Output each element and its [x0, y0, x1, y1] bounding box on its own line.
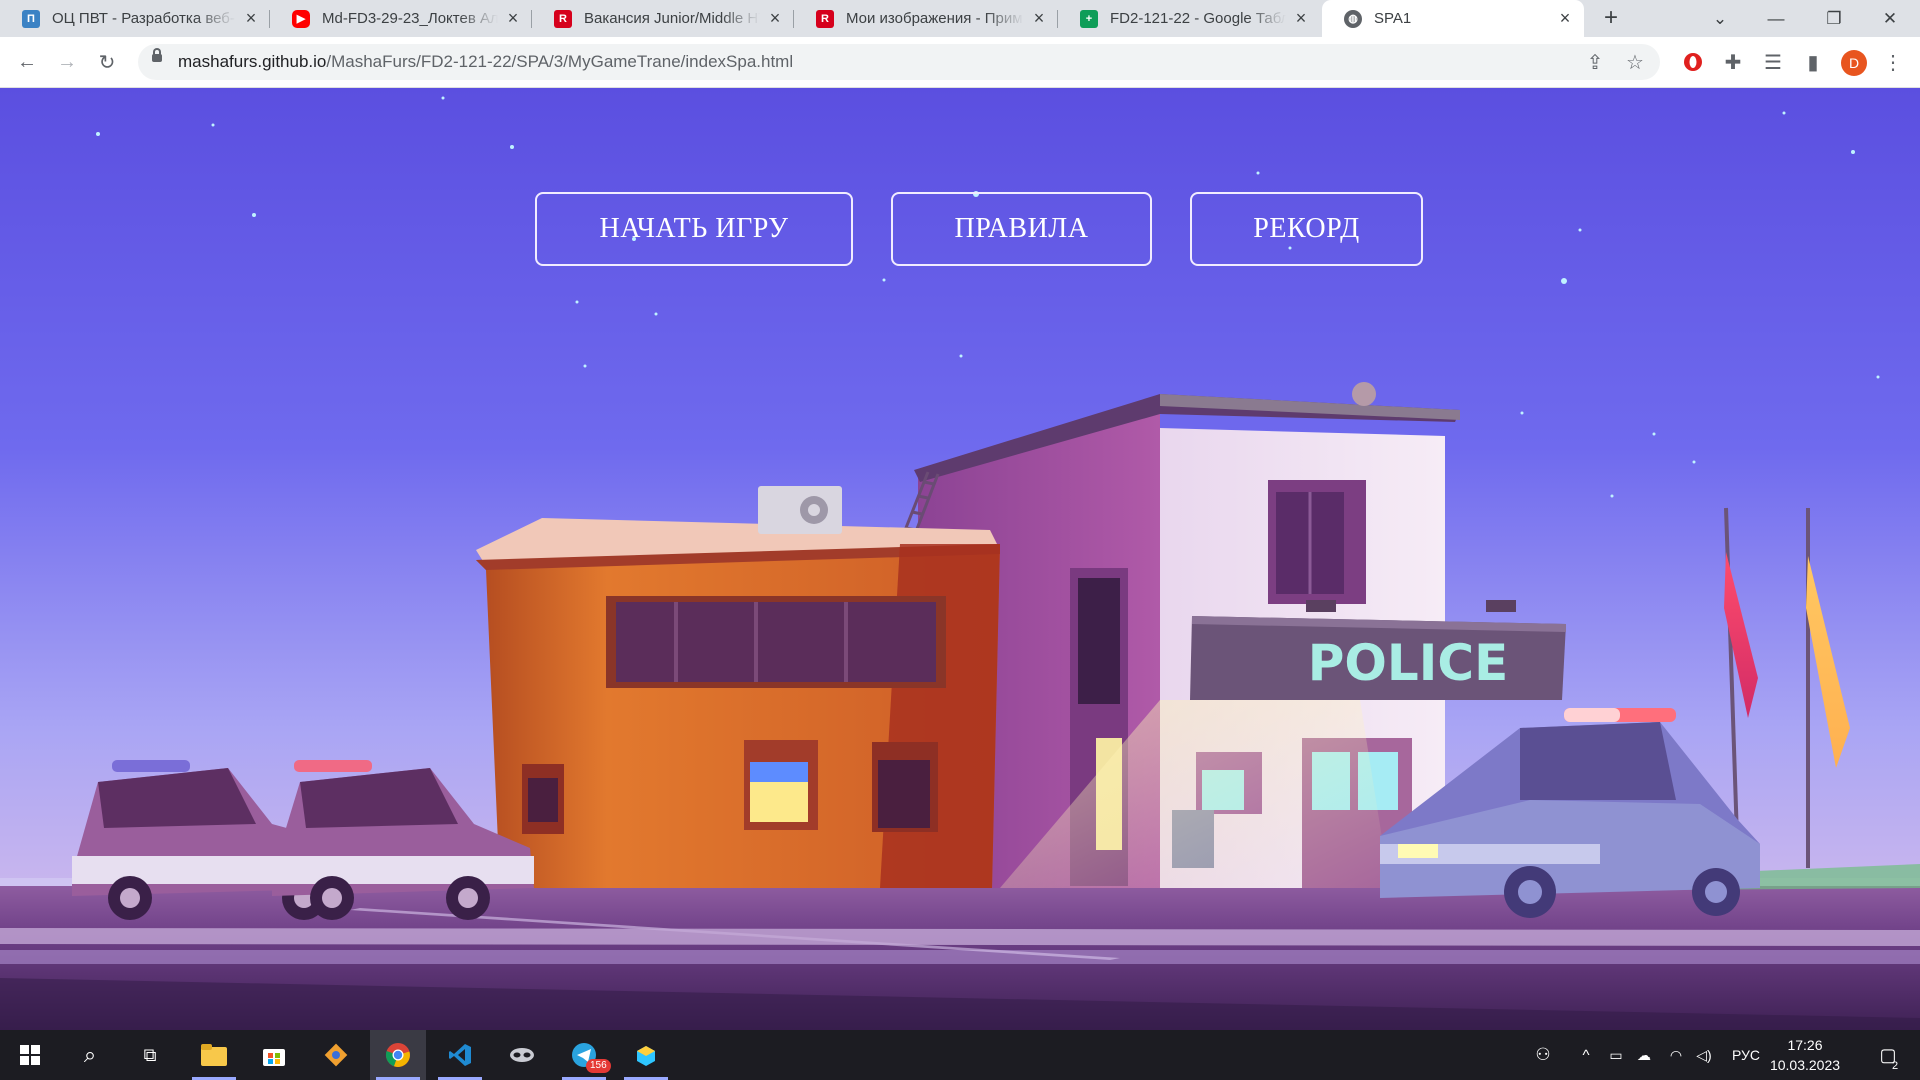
bookmark-star-icon[interactable]: ☆	[1620, 47, 1650, 77]
start-game-button[interactable]: НАЧАТЬ ИГРУ	[535, 192, 853, 266]
reload-icon[interactable]: ↻	[92, 47, 122, 77]
onedrive-error-icon[interactable]: ☁	[1632, 1030, 1656, 1080]
lock-icon[interactable]	[152, 48, 162, 62]
youtube-icon: ▶	[292, 9, 310, 28]
new-tab-button[interactable]: +	[1598, 6, 1624, 32]
rabota-r-icon: R	[816, 9, 834, 28]
profile-avatar[interactable]: D	[1841, 50, 1867, 76]
battery-icon[interactable]: ▭	[1604, 1030, 1628, 1080]
tray-chevron-up-icon[interactable]: ^	[1574, 1030, 1598, 1080]
url-text[interactable]: mashafurs.github.io/MashaFurs/FD2-121-22…	[178, 44, 793, 80]
tab-google-sheets[interactable]: + FD2-121-22 - Google Табл ×	[1058, 0, 1320, 37]
vscode-icon[interactable]	[432, 1030, 488, 1080]
rules-button[interactable]: ПРАВИЛА	[891, 192, 1152, 266]
tab-my-images[interactable]: R Мои изображения - Прим ×	[794, 0, 1058, 37]
chrome-icon[interactable]	[370, 1030, 426, 1080]
telegram-icon[interactable]: 156	[556, 1030, 612, 1080]
volume-icon[interactable]: ◁)	[1692, 1030, 1716, 1080]
vpn-mask-icon[interactable]	[494, 1030, 550, 1080]
browser-toolbar: ← → ↻ mashafurs.github.io/MashaFurs/FD2-…	[0, 37, 1920, 88]
minimize-button[interactable]: —	[1748, 0, 1804, 37]
tab-spa1[interactable]: ◍ SPA1 ×	[1322, 0, 1584, 37]
search-icon[interactable]: ⌕	[62, 1030, 118, 1080]
close-tab-icon[interactable]: ×	[242, 8, 260, 29]
clock-time: 17:26	[1787, 1037, 1823, 1053]
windows-start-icon[interactable]	[2, 1030, 58, 1080]
notification-count: 2	[1892, 1060, 1899, 1072]
close-window-button[interactable]: ✕	[1862, 0, 1918, 37]
microsoft-store-icon[interactable]	[246, 1030, 302, 1080]
tab-title: SPA1	[1374, 10, 1412, 27]
opera-extension-icon[interactable]	[1678, 47, 1708, 77]
tab-vacancy[interactable]: R Вакансия Junior/Middle HT ×	[532, 0, 794, 37]
back-icon[interactable]: ←	[12, 47, 42, 77]
share-icon[interactable]: ⇪	[1580, 47, 1610, 77]
close-tab-icon[interactable]: ×	[766, 8, 784, 29]
close-tab-icon[interactable]: ×	[504, 8, 522, 29]
globe-icon: ◍	[1344, 9, 1362, 28]
address-bar[interactable]: mashafurs.github.io/MashaFurs/FD2-121-22…	[138, 44, 1660, 80]
telegram-badge: 156	[586, 1059, 611, 1073]
game-page: POLICE НАЧАТЬ ИГРУ ПРАВИЛА РЕКОРД	[0, 88, 1920, 1030]
browser-tab-strip: П ОЦ ПВТ - Разработка веб- × ▶ Md-FD3-29…	[0, 0, 1920, 37]
file-explorer-icon[interactable]	[186, 1030, 242, 1080]
system-clock[interactable]: 17:26 10.03.2023	[1760, 1035, 1850, 1075]
police-sign-text: POLICE	[1308, 634, 1508, 692]
restore-button[interactable]: ❐	[1806, 0, 1862, 37]
menu-kebab-icon[interactable]: ⋮	[1878, 47, 1908, 77]
tab-title: Мои изображения - Прим	[846, 10, 1023, 27]
tab-search-chevron-icon[interactable]: ⌄	[1692, 0, 1748, 37]
tab-ocpvt[interactable]: П ОЦ ПВТ - Разработка веб- ×	[0, 0, 270, 37]
tab-title: Md-FD3-29-23_Локтев Але	[322, 10, 498, 27]
close-tab-icon[interactable]: ×	[1292, 8, 1310, 29]
sheets-icon: +	[1080, 9, 1098, 28]
side-panel-icon[interactable]: ▮	[1798, 47, 1828, 77]
action-center-icon[interactable]: ▢ 2	[1866, 1030, 1910, 1080]
windows-taskbar: ⌕ ⧉ 156 ⚇ ^ ▭ ☁ ◠ ◁) РУС 17:26 10.03.202…	[0, 1030, 1920, 1080]
tab-youtube[interactable]: ▶ Md-FD3-29-23_Локтев Але ×	[270, 0, 532, 37]
people-icon[interactable]: ⚇	[1528, 1030, 1558, 1080]
record-button[interactable]: РЕКОРД	[1190, 192, 1423, 266]
tab-title: ОЦ ПВТ - Разработка веб-	[52, 10, 235, 27]
task-view-icon[interactable]: ⧉	[122, 1030, 178, 1080]
tab-title: Вакансия Junior/Middle HT	[584, 10, 760, 27]
globe-blue-icon: П	[22, 9, 40, 28]
rabota-r-icon: R	[554, 9, 572, 28]
paint-3d-icon[interactable]	[618, 1030, 674, 1080]
extensions-puzzle-icon[interactable]: ✚	[1718, 47, 1748, 77]
reading-list-icon[interactable]: ☰	[1758, 47, 1788, 77]
close-tab-icon[interactable]: ×	[1556, 8, 1574, 29]
forward-icon[interactable]: →	[52, 47, 82, 77]
tab-title: FD2-121-22 - Google Табл	[1110, 10, 1286, 27]
clock-date: 10.03.2023	[1769, 1057, 1841, 1073]
wifi-icon[interactable]: ◠	[1664, 1030, 1688, 1080]
git-client-icon[interactable]	[308, 1030, 364, 1080]
close-tab-icon[interactable]: ×	[1030, 8, 1048, 29]
